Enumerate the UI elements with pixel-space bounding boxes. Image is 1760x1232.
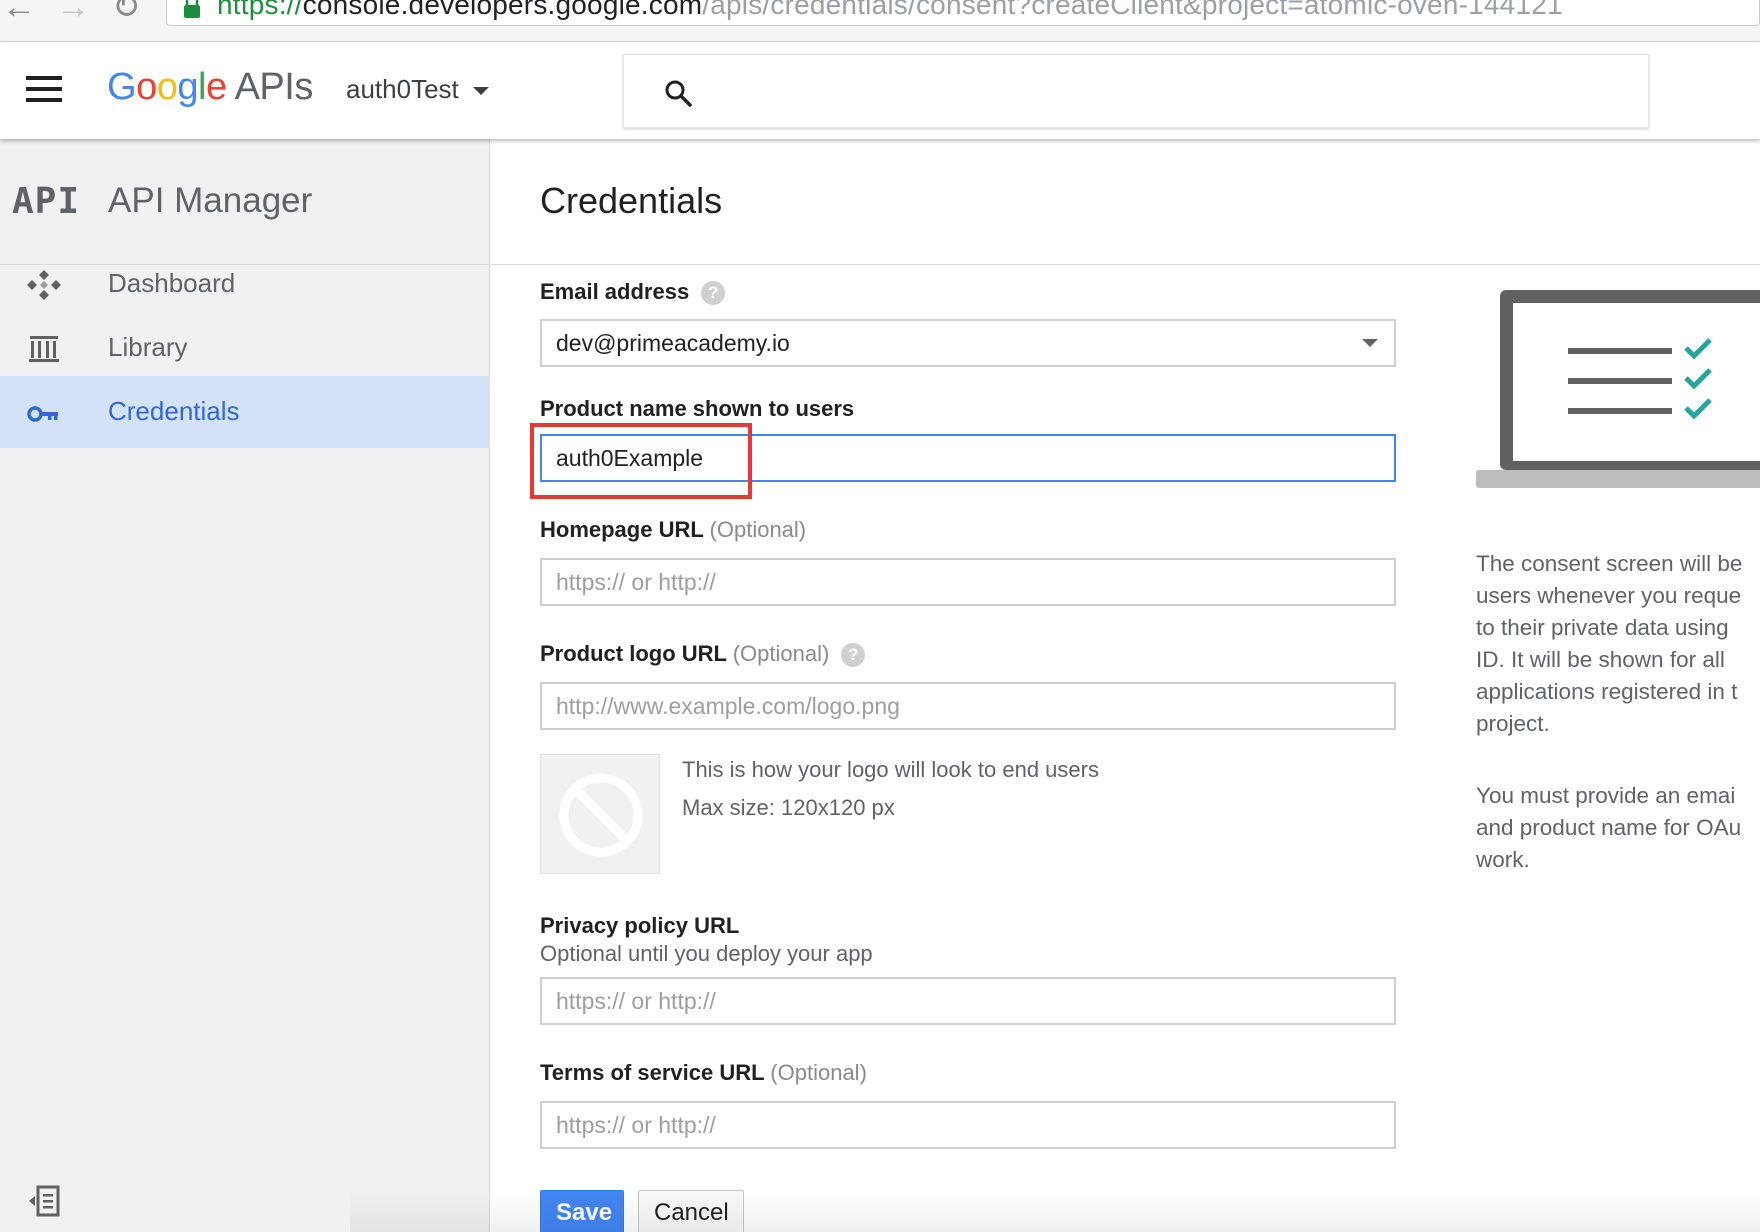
homepage-url-input[interactable]: [540, 558, 1396, 606]
optional-tag: (Optional): [709, 517, 807, 542]
privacy-url-label: Privacy policy URL: [540, 913, 739, 939]
optional-tag: (Optional): [770, 1060, 867, 1085]
info-line: project.: [1476, 711, 1550, 736]
privacy-url-sublabel: Optional until you deploy your app: [540, 941, 873, 966]
google-apis-logo[interactable]: Google APIs: [107, 66, 313, 109]
help-icon[interactable]: ?: [841, 643, 866, 667]
lock-icon: [184, 0, 200, 18]
search-icon: [665, 80, 692, 107]
no-image-icon: [559, 773, 643, 857]
cancel-button[interactable]: Cancel: [638, 1190, 744, 1232]
url-path: /apis/credentials/consent?createClient&p…: [702, 0, 1563, 20]
homepage-url-label: Homepage URL (Optional): [540, 517, 806, 543]
consent-info-paragraph: The consent screen will be users wheneve…: [1476, 548, 1760, 740]
optional-tag: (Optional): [732, 641, 830, 666]
tos-url-label: Terms of service URL (Optional): [540, 1060, 867, 1086]
consent-screen-illustration: [1476, 290, 1760, 488]
forward-arrow-icon[interactable]: →: [56, 0, 90, 24]
sidebar-item-library[interactable]: Library: [0, 312, 490, 384]
menu-icon[interactable]: [26, 76, 62, 102]
page-title: Credentials: [540, 180, 723, 221]
tos-url-input[interactable]: [540, 1101, 1396, 1149]
logo-max-size: Max size: 120x120 px: [682, 795, 895, 820]
app-header: Google APIs auth0Test: [0, 42, 1760, 139]
info-line: ID. It will be shown for all: [1476, 647, 1725, 672]
key-icon: [27, 406, 58, 422]
info-line: and product name for OAu: [1476, 815, 1742, 840]
sidebar-title: API Manager: [108, 181, 313, 220]
logo-letter: o: [136, 66, 157, 108]
info-line: to their private data using: [1476, 615, 1729, 640]
logo-url-label: Product logo URL (Optional)?: [540, 641, 866, 667]
collapse-sidebar-icon[interactable]: [26, 1183, 62, 1219]
library-icon: [29, 336, 59, 362]
search-bar[interactable]: [623, 54, 1649, 128]
logo-letter: o: [156, 66, 178, 108]
sidebar-item-label: Library: [108, 332, 188, 362]
logo-url-input[interactable]: [540, 682, 1396, 730]
email-label-text: Email address: [540, 279, 690, 304]
logo-letter: G: [107, 66, 137, 108]
help-icon[interactable]: ?: [701, 281, 726, 305]
logo-suffix: APIs: [234, 66, 314, 108]
email-requirement-paragraph: You must provide an emai and product nam…: [1476, 780, 1760, 876]
reload-icon[interactable]: ↻: [112, 0, 141, 24]
info-line: You must provide an emai: [1476, 783, 1736, 808]
info-line: applications registered in t: [1476, 679, 1738, 704]
browser-toolbar: ← → ↻ https://console.developers.google.…: [0, 0, 1760, 42]
tos-url-label-text: Terms of service URL: [540, 1060, 765, 1085]
logo-url-label-text: Product logo URL: [540, 641, 727, 666]
email-select-value: dev@primeacademy.io: [556, 330, 790, 356]
logo-letter: e: [205, 66, 227, 108]
product-name-label: Product name shown to users: [540, 396, 854, 422]
sidebar-header: API API Manager: [0, 139, 490, 265]
sidebar-item-dashboard[interactable]: Dashboard: [0, 248, 490, 320]
homepage-url-label-text: Homepage URL: [540, 517, 704, 542]
api-logo-icon: API: [12, 181, 81, 222]
url-host: console.developers.google.com: [302, 0, 703, 20]
sidebar-item-label: Dashboard: [108, 268, 236, 298]
info-line: users whenever you reque: [1476, 583, 1742, 608]
url-text: https://console.developers.google.com/ap…: [217, 0, 1563, 21]
url-scheme: https://: [217, 0, 303, 20]
sidebar: API API Manager Dashboard Library Creden…: [0, 139, 490, 1232]
logo-letter: l: [197, 66, 206, 108]
email-label: Email address?: [540, 279, 726, 305]
privacy-url-input[interactable]: [540, 977, 1396, 1025]
product-name-label-text: Product name shown to users: [540, 396, 855, 421]
chevron-down-icon: [472, 87, 489, 96]
project-selector[interactable]: auth0Test: [346, 74, 489, 105]
main-header: Credentials: [491, 139, 1760, 265]
email-select[interactable]: dev@primeacademy.io: [540, 319, 1396, 367]
logo-preview-caption: This is how your logo will look to end u…: [682, 757, 1099, 782]
logo-preview: [540, 754, 660, 874]
save-button[interactable]: Save: [540, 1190, 624, 1232]
annotation-highlight-box: [530, 423, 752, 499]
sidebar-item-credentials[interactable]: Credentials: [0, 376, 490, 448]
logo-letter: g: [177, 66, 198, 108]
project-name: auth0Test: [346, 74, 459, 104]
info-line: work.: [1476, 847, 1530, 872]
privacy-url-label-text: Privacy policy URL: [540, 913, 740, 938]
address-bar[interactable]: https://console.developers.google.com/ap…: [166, 0, 1760, 26]
dashboard-icon: [27, 270, 61, 300]
back-arrow-icon[interactable]: ←: [2, 0, 36, 24]
info-line: The consent screen will be: [1476, 551, 1743, 576]
sidebar-item-label: Credentials: [108, 396, 240, 426]
dropdown-arrow-icon: [1362, 339, 1378, 347]
